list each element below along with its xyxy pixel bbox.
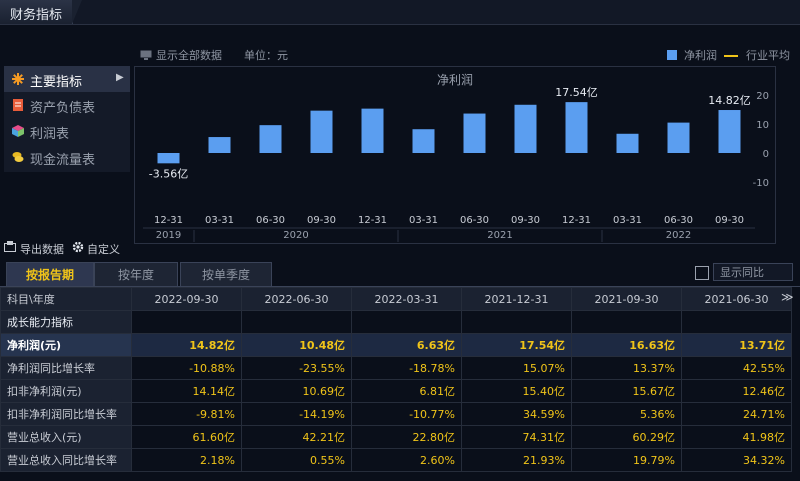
coins-icon bbox=[12, 152, 24, 162]
data-label: 17.54亿 bbox=[555, 86, 598, 99]
table-row[interactable]: 营业总收入(元) 61.60亿 42.21亿 22.80亿 74.31亿 60.… bbox=[0, 425, 792, 449]
menu-item-label: 利润表 bbox=[30, 127, 70, 142]
menu-item-income-statement[interactable]: 利润表 bbox=[4, 118, 130, 144]
x-tick-label: 03-31 bbox=[613, 215, 642, 226]
asterisk-icon bbox=[12, 73, 24, 85]
chevron-right-icon: ▶ bbox=[116, 72, 124, 83]
indicator-menu: 主要指标 ▶ 资产负债表 利润表 现金流量表 bbox=[4, 66, 130, 172]
menu-item-balance-sheet[interactable]: 资产负债表 bbox=[4, 92, 130, 118]
legend-industry-avg-swatch bbox=[724, 55, 738, 57]
y-tick-label: 20 bbox=[756, 91, 769, 102]
export-icon[interactable] bbox=[4, 241, 18, 253]
gear-icon[interactable] bbox=[72, 241, 84, 253]
next-columns-icon[interactable]: ≫ bbox=[781, 290, 794, 304]
table-row[interactable]: 净利润同比增长率 -10.88% -23.55% -18.78% 15.07% … bbox=[0, 356, 792, 380]
y-tick-label: 0 bbox=[763, 149, 769, 160]
title-tab[interactable]: 财务指标 bbox=[0, 0, 73, 24]
legend-industry-avg-label: 行业平均 bbox=[746, 49, 790, 62]
legend-net-profit-label: 净利润 bbox=[684, 49, 717, 62]
header-date[interactable]: 2021-09-30 bbox=[571, 287, 682, 311]
x-tick-label: 12-31 bbox=[358, 215, 387, 226]
tab-by-quarter[interactable]: 按单季度 bbox=[180, 262, 272, 287]
header-date[interactable]: 2022-03-31 bbox=[351, 287, 462, 311]
tab-by-year[interactable]: 按年度 bbox=[94, 262, 178, 287]
bar bbox=[616, 133, 639, 153]
bar bbox=[208, 137, 231, 153]
bar bbox=[463, 113, 486, 153]
customize-button[interactable]: 自定义 bbox=[87, 241, 120, 257]
year-label: 2019 bbox=[156, 230, 181, 241]
net-profit-chart: 净利润 20 10 0 -10 12-31 03-31 06-30 09-30 12-31 03-… bbox=[134, 66, 776, 244]
bar bbox=[565, 102, 588, 153]
x-tick-label: 09-30 bbox=[715, 215, 744, 226]
header-date[interactable]: 2021-06-30 bbox=[681, 287, 792, 311]
export-data-button[interactable]: 导出数据 bbox=[20, 241, 64, 257]
x-tick-label: 12-31 bbox=[562, 215, 591, 226]
data-label: 14.82亿 bbox=[708, 94, 751, 107]
table-header-row: 科目\年度 2022-09-30 2022-06-30 2022-03-31 2… bbox=[0, 287, 792, 311]
tab-by-report-period[interactable]: 按报告期 bbox=[6, 262, 94, 287]
header-date[interactable]: 2022-06-30 bbox=[241, 287, 352, 311]
x-tick-label: 06-30 bbox=[256, 215, 285, 226]
title-tab-corner bbox=[72, 0, 82, 24]
x-tick-label: 03-31 bbox=[205, 215, 234, 226]
bar bbox=[157, 153, 180, 164]
table-row[interactable]: 净利润(元) 14.82亿 10.48亿 6.63亿 17.54亿 16.63亿… bbox=[0, 333, 792, 357]
financial-table: 科目\年度 2022-09-30 2022-06-30 2022-03-31 2… bbox=[0, 287, 792, 472]
bar bbox=[514, 104, 537, 153]
table-row[interactable]: 扣非净利润同比增长率 -9.81% -14.19% -10.77% 34.59%… bbox=[0, 402, 792, 426]
monitor-icon[interactable] bbox=[140, 49, 152, 60]
section-label: 成长能力指标 bbox=[0, 310, 132, 334]
unit-label: 单位：元 bbox=[244, 49, 288, 62]
x-tick-label: 09-30 bbox=[511, 215, 540, 226]
bar bbox=[259, 125, 282, 153]
x-tick-label: 09-30 bbox=[307, 215, 336, 226]
bar bbox=[412, 129, 435, 153]
menu-item-label: 资产负债表 bbox=[30, 101, 96, 116]
year-label: 2021 bbox=[487, 230, 512, 241]
x-tick-label: 03-31 bbox=[409, 215, 438, 226]
header-date[interactable]: 2022-09-30 bbox=[131, 287, 242, 311]
year-label: 2020 bbox=[283, 230, 308, 241]
cube-icon bbox=[12, 125, 24, 137]
header-label: 科目\年度 bbox=[0, 287, 132, 311]
data-label: -3.56亿 bbox=[149, 167, 188, 180]
y-tick-label: 10 bbox=[756, 120, 769, 131]
bar bbox=[667, 122, 690, 153]
window-title: 财务指标 bbox=[10, 8, 63, 23]
chart-canvas: 20 10 0 -10 12-31 03-31 06-30 09-30 12-31 03-31 06… bbox=[143, 86, 769, 242]
x-tick-label: 06-30 bbox=[664, 215, 693, 226]
header-date[interactable]: 2021-12-31 bbox=[461, 287, 572, 311]
title-bar bbox=[0, 0, 800, 25]
bar bbox=[718, 110, 741, 153]
table-row[interactable]: 营业总收入同比增长率 2.18% 0.55% 2.60% 21.93% 19.7… bbox=[0, 448, 792, 472]
document-icon bbox=[13, 99, 23, 111]
bar bbox=[310, 110, 333, 153]
menu-item-cash-flow[interactable]: 现金流量表 bbox=[4, 144, 130, 170]
x-tick-label: 12-31 bbox=[154, 215, 183, 226]
legend-net-profit-swatch bbox=[667, 50, 677, 60]
year-label: 2022 bbox=[666, 230, 691, 241]
show-all-data-button[interactable]: 显示全部数据 bbox=[156, 47, 222, 63]
show-yoy-label[interactable]: 显示同比 bbox=[713, 263, 793, 281]
table-section-row: 成长能力指标 bbox=[0, 310, 792, 334]
show-yoy-checkbox[interactable] bbox=[695, 266, 709, 280]
bar bbox=[361, 108, 384, 153]
menu-item-label: 主要指标 bbox=[30, 75, 83, 90]
y-tick-label: -10 bbox=[753, 178, 769, 189]
menu-item-main-indicators[interactable]: 主要指标 ▶ bbox=[4, 66, 130, 92]
x-tick-label: 06-30 bbox=[460, 215, 489, 226]
table-row[interactable]: 扣非净利润(元) 14.14亿 10.69亿 6.81亿 15.40亿 15.6… bbox=[0, 379, 792, 403]
menu-item-label: 现金流量表 bbox=[30, 153, 96, 168]
